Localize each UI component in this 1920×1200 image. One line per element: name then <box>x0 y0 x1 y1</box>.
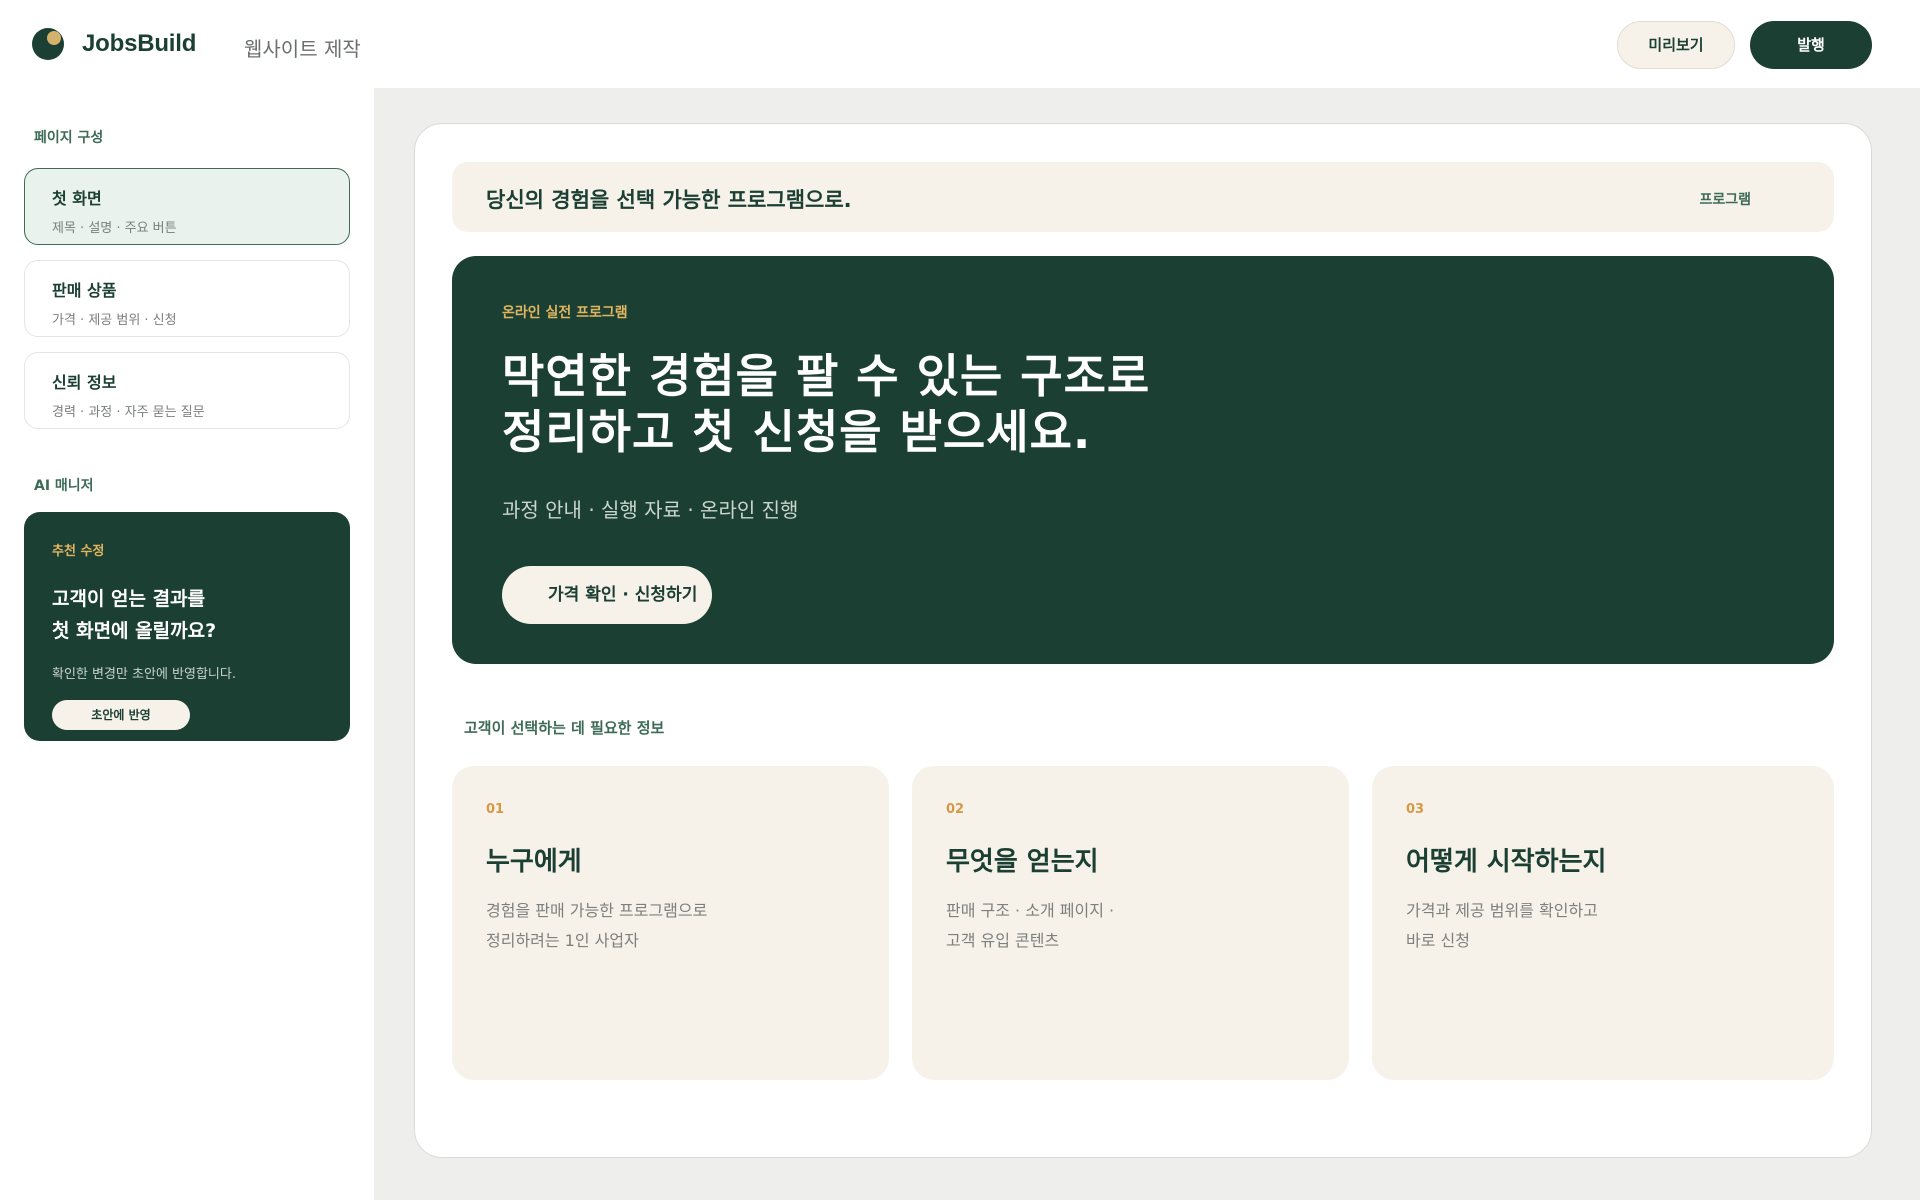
announcement-bar: 당신의 경험을 선택 가능한 프로그램으로. 프로그램 <box>452 162 1834 232</box>
sidebar-item-title: 신뢰 정보 <box>52 373 117 392</box>
hero-headline-line: 정리하고 첫 신청을 받으세요. <box>502 405 1092 459</box>
ai-suggestion-tag: 추천 수정 <box>52 544 105 559</box>
info-card-number: 01 <box>486 802 505 817</box>
info-card-desc-line: 바로 신청 <box>1406 931 1470 950</box>
top-bar: JobsBuild 웹사이트 제작 미리보기 발행 <box>0 0 1920 88</box>
info-card-desc: 판매 구조 · 소개 페이지 · 고객 유입 콘텐츠 <box>946 896 1315 956</box>
announcement-text: 당신의 경험을 선택 가능한 프로그램으로. <box>486 188 852 212</box>
ai-section-label: AI 매니저 <box>34 478 94 494</box>
page-title: 웹사이트 제작 <box>244 37 361 61</box>
hero-cta-button[interactable]: 가격 확인 · 신청하기 <box>502 566 712 624</box>
info-card-desc-line: 정리하려는 1인 사업자 <box>486 931 639 950</box>
info-card-how[interactable]: 03 어떻게 시작하는지 가격과 제공 범위를 확인하고 바로 신청 <box>1372 766 1834 1080</box>
info-card-title: 누구에게 <box>486 847 582 877</box>
info-card-desc-line: 고객 유입 콘텐츠 <box>946 931 1060 950</box>
program-link[interactable]: 프로그램 <box>1699 189 1751 209</box>
brand-name[interactable]: JobsBuild <box>82 30 196 58</box>
sidebar-item-subtitle: 제목 · 설명 · 주요 버튼 <box>52 221 177 236</box>
sidebar-item-title: 판매 상품 <box>52 281 117 300</box>
info-card-desc: 가격과 제공 범위를 확인하고 바로 신청 <box>1406 896 1800 956</box>
preview-button[interactable]: 미리보기 <box>1617 21 1735 69</box>
publish-button[interactable]: 발행 <box>1750 21 1872 69</box>
ai-title-line: 고객이 얻는 결과를 <box>52 588 206 610</box>
info-card-what[interactable]: 02 무엇을 얻는지 판매 구조 · 소개 페이지 · 고객 유입 콘텐츠 <box>912 766 1349 1080</box>
info-card-who[interactable]: 01 누구에게 경험을 판매 가능한 프로그램으로 정리하려는 1인 사업자 <box>452 766 889 1080</box>
info-card-title: 무엇을 얻는지 <box>946 847 1099 877</box>
info-card-desc-line: 경험을 판매 가능한 프로그램으로 <box>486 901 708 920</box>
hero-headline: 막연한 경험을 팔 수 있는 구조로 정리하고 첫 신청을 받으세요. <box>502 348 1402 460</box>
pages-section-label: 페이지 구성 <box>34 130 104 146</box>
apply-to-draft-button[interactable]: 초안에 반영 <box>52 700 190 730</box>
hero-tag: 온라인 실전 프로그램 <box>502 305 628 321</box>
sidebar-item-products[interactable]: 판매 상품 가격 · 제공 범위 · 신청 <box>24 260 350 337</box>
info-card-desc-line: 판매 구조 · 소개 페이지 · <box>946 901 1115 920</box>
hero-subtitle: 과정 안내 · 실행 자료 · 온라인 진행 <box>502 498 799 522</box>
sidebar-item-hero[interactable]: 첫 화면 제목 · 설명 · 주요 버튼 <box>24 168 350 245</box>
info-card-desc-line: 가격과 제공 범위를 확인하고 <box>1406 901 1598 920</box>
ai-title-line: 첫 화면에 올릴까요? <box>52 620 217 642</box>
hero-headline-line: 막연한 경험을 팔 수 있는 구조로 <box>502 349 1151 403</box>
ai-suggestion-title: 고객이 얻는 결과를 첫 화면에 올릴까요? <box>52 583 322 647</box>
hero-section[interactable]: 온라인 실전 프로그램 막연한 경험을 팔 수 있는 구조로 정리하고 첫 신청… <box>452 256 1834 664</box>
sidebar-item-title: 첫 화면 <box>52 189 102 208</box>
sidebar-item-subtitle: 경력 · 과정 · 자주 묻는 질문 <box>52 405 205 420</box>
info-section-label: 고객이 선택하는 데 필요한 정보 <box>464 719 665 737</box>
ai-suggestion-desc: 확인한 변경만 초안에 반영합니다. <box>52 667 236 682</box>
info-card-desc: 경험을 판매 가능한 프로그램으로 정리하려는 1인 사업자 <box>486 896 855 956</box>
sidebar-item-subtitle: 가격 · 제공 범위 · 신청 <box>52 313 177 328</box>
info-card-title: 어떻게 시작하는지 <box>1406 847 1607 877</box>
info-card-number: 03 <box>1406 802 1425 817</box>
info-card-number: 02 <box>946 802 965 817</box>
logo-icon[interactable] <box>32 28 64 60</box>
ai-suggestion-card: 추천 수정 고객이 얻는 결과를 첫 화면에 올릴까요? 확인한 변경만 초안에… <box>24 512 350 741</box>
sidebar-item-trust[interactable]: 신뢰 정보 경력 · 과정 · 자주 묻는 질문 <box>24 352 350 429</box>
